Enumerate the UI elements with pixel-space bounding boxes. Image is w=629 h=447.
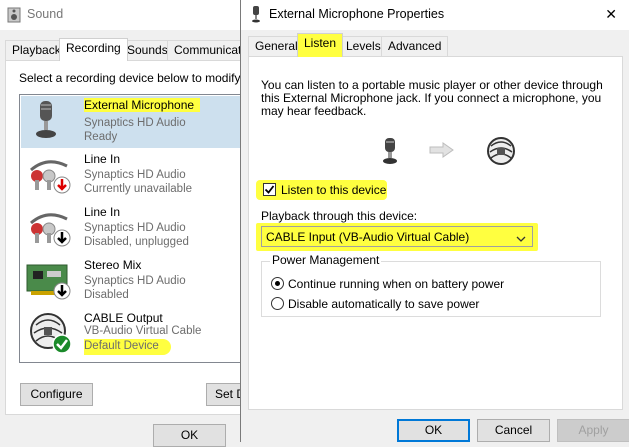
device-driver: Synaptics HD Audio <box>84 275 186 287</box>
configure-button[interactable]: Configure <box>20 383 93 406</box>
properties-window: External Microphone Properties ✕ General… <box>240 0 629 442</box>
device-driver: VB-Audio Virtual Cable <box>84 325 202 337</box>
device-item-stereo-mix[interactable]: Stereo Mix Synaptics HD Audio Disabled <box>20 255 243 308</box>
listen-description: You can listen to a portable music playe… <box>261 78 603 118</box>
arrow-right-icon <box>429 142 455 161</box>
microphone-icon <box>382 137 398 168</box>
device-status: Disabled, unplugged <box>84 236 189 248</box>
device-status: Ready <box>84 131 118 143</box>
device-name: CABLE Output <box>84 311 163 325</box>
device-item-cable-output[interactable]: CABLE Output VB-Audio Virtual Cable Defa… <box>20 308 243 362</box>
device-status: Disabled <box>84 289 129 301</box>
virtual-cable-icon <box>485 135 517 170</box>
device-name: Line In <box>84 152 121 166</box>
chevron-down-icon <box>516 232 526 246</box>
tab-recording[interactable]: Recording <box>59 38 128 61</box>
sound-ok-button[interactable]: OK <box>153 424 226 447</box>
listen-checkbox[interactable] <box>263 183 276 196</box>
radio-disable-automatically-label: Disable automatically to save power <box>288 297 480 311</box>
device-driver: Synaptics HD Audio <box>84 117 186 129</box>
unavailable-arrow-badge-icon <box>53 176 71 197</box>
power-management-label: Power Management <box>270 253 382 267</box>
device-item-line-in-2[interactable]: Line In Synaptics HD Audio Disabled, unp… <box>20 202 243 255</box>
recording-panel: Select a recording device below to modif… <box>5 60 266 415</box>
speaker-icon <box>7 7 21 26</box>
cancel-button[interactable]: Cancel <box>477 419 550 442</box>
device-driver: Synaptics HD Audio <box>84 169 186 181</box>
listen-checkbox-label: Listen to this device <box>281 183 387 197</box>
sound-window: Sound Playback Recording Sounds Communic… <box>0 0 266 447</box>
playback-device-value: CABLE Input (VB-Audio Virtual Cable) <box>266 230 470 244</box>
disabled-arrow-badge-icon <box>53 282 71 303</box>
properties-titlebar: External Microphone Properties ✕ <box>241 0 629 30</box>
device-status: Currently unavailable <box>84 183 193 195</box>
radio-continue-running[interactable] <box>271 277 284 290</box>
listen-panel: You can listen to a portable music playe… <box>248 56 623 410</box>
properties-window-title: External Microphone Properties <box>269 7 445 21</box>
recording-instruction: Select a recording device below to modif… <box>19 71 247 85</box>
radio-continue-running-label: Continue running when on battery power <box>288 277 505 291</box>
microphone-icon <box>251 5 261 26</box>
device-driver: Synaptics HD Audio <box>84 222 186 234</box>
sound-titlebar: Sound <box>0 0 241 30</box>
close-icon[interactable]: ✕ <box>605 6 617 23</box>
default-check-badge-icon <box>52 334 72 357</box>
tab-listen[interactable]: Listen <box>297 33 344 57</box>
device-status: Default Device <box>84 339 171 355</box>
device-item-line-in-1[interactable]: Line In Synaptics HD Audio Currently una… <box>20 149 243 202</box>
device-name: External Microphone <box>84 98 201 112</box>
ok-button[interactable]: OK <box>397 419 470 442</box>
radio-disable-automatically[interactable] <box>271 297 284 310</box>
playback-device-dropdown[interactable]: CABLE Input (VB-Audio Virtual Cable) <box>261 226 533 247</box>
device-list: External Microphone Synaptics HD Audio R… <box>19 94 244 363</box>
device-name: Line In <box>84 205 121 219</box>
sound-window-title: Sound <box>27 7 64 21</box>
playback-label: Playback through this device: <box>261 209 418 223</box>
microphone-icon <box>34 100 58 143</box>
tab-advanced[interactable]: Advanced <box>381 36 449 57</box>
disabled-arrow-badge-icon <box>53 229 71 250</box>
checkmark-icon <box>264 185 275 194</box>
apply-button[interactable]: Apply <box>557 419 629 442</box>
device-name: Stereo Mix <box>84 258 142 272</box>
device-item-external-microphone[interactable]: External Microphone Synaptics HD Audio R… <box>20 95 243 149</box>
